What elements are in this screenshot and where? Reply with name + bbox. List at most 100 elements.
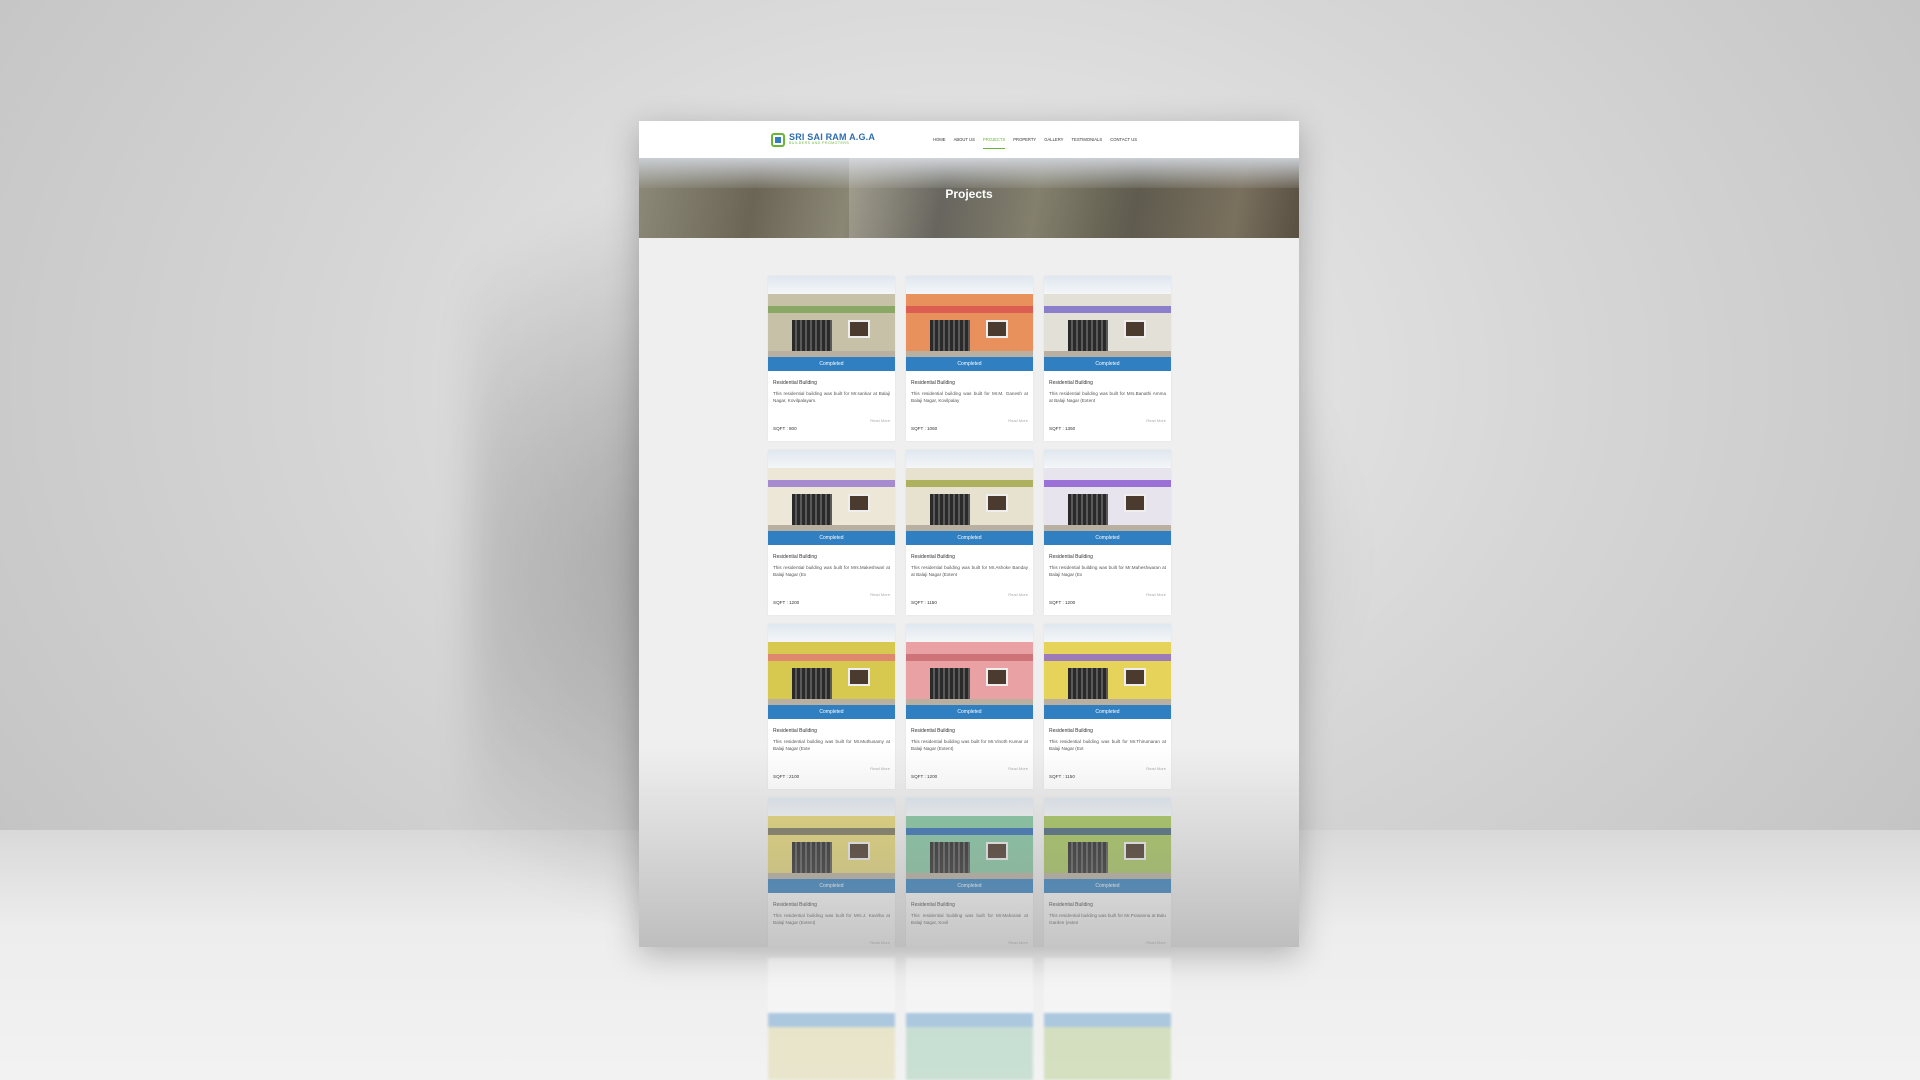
read-more-link[interactable]: Read More [1008, 940, 1028, 945]
project-photo[interactable] [768, 450, 895, 531]
card-sqft: SQFT : 2100 [773, 774, 800, 779]
project-photo[interactable] [906, 624, 1033, 705]
read-more-link[interactable]: Read More [1008, 592, 1028, 597]
project-card[interactable]: Completed Residential Building This resi… [906, 276, 1033, 441]
site-logo[interactable]: SRI SAI RAM A.G.A BUILDERS AND PROMOTERS [771, 132, 875, 147]
project-photo[interactable] [768, 624, 895, 705]
project-card[interactable]: Completed Residential Building This resi… [906, 450, 1033, 615]
status-badge: Completed [768, 531, 895, 545]
read-more-link[interactable]: Read More [1146, 940, 1166, 945]
card-description: This residential building was built for … [911, 565, 1028, 577]
status-badge: Completed [1044, 531, 1171, 545]
read-more-link[interactable]: Read More [1008, 766, 1028, 771]
card-sqft: SQFT : 800 [773, 426, 797, 431]
project-card[interactable]: Completed Residential Building This resi… [906, 624, 1033, 789]
nav-testimonials[interactable]: TESTIMONIALS [1071, 137, 1102, 142]
project-photo[interactable] [1044, 450, 1171, 531]
card-title: Residential Building [1049, 902, 1093, 908]
card-title: Residential Building [911, 728, 955, 734]
status-badge: Completed [768, 357, 895, 371]
card-description: This residential building was built for … [773, 391, 890, 403]
read-more-link[interactable]: Read More [1146, 418, 1166, 423]
read-more-link[interactable]: Read More [1146, 592, 1166, 597]
status-badge: Completed [906, 879, 1033, 893]
nav-about-us[interactable]: ABOUT US [954, 137, 975, 142]
house-window [986, 668, 1008, 686]
card-sqft: SQFT : 1200 [911, 774, 938, 779]
card-sqft: SQFT : 1060 [911, 426, 938, 431]
project-photo[interactable] [906, 450, 1033, 531]
read-more-link[interactable]: Read More [1146, 766, 1166, 771]
project-photo[interactable] [1044, 624, 1171, 705]
card-description: This residential building was built for … [911, 913, 1028, 925]
house-window [986, 494, 1008, 512]
card-description: This residential building was built for … [773, 913, 890, 925]
project-card[interactable]: Completed Residential Building This resi… [768, 276, 895, 441]
card-description: This residential building was built for … [911, 739, 1028, 751]
project-card[interactable]: Completed Residential Building This resi… [1044, 450, 1171, 615]
house-window [848, 842, 870, 860]
card-description: This residential building was built for … [1049, 739, 1166, 751]
card-sqft: SQFT : 1350 [1049, 426, 1076, 431]
project-photo[interactable] [768, 798, 895, 879]
project-card[interactable]: Completed Residential Building This resi… [906, 798, 1033, 947]
project-photo[interactable] [768, 276, 895, 357]
card-description: This residential building was built for … [773, 739, 890, 751]
status-badge: Completed [768, 705, 895, 719]
project-photo[interactable] [906, 276, 1033, 357]
project-card[interactable]: Completed Residential Building This resi… [1044, 798, 1171, 947]
nav-contact-us[interactable]: CONTACT US [1110, 137, 1137, 142]
card-sqft: SQFT : 1150 [1049, 774, 1075, 779]
house-window [1124, 320, 1146, 338]
house-window [986, 842, 1008, 860]
status-badge: Completed [906, 357, 1033, 371]
nav-gallery[interactable]: GALLERY [1044, 137, 1063, 142]
project-card[interactable]: Completed Residential Building This resi… [1044, 276, 1171, 441]
card-description: This residential building was built for … [1049, 391, 1166, 403]
project-card[interactable]: Completed Residential Building This resi… [768, 450, 895, 615]
project-photo[interactable] [1044, 798, 1171, 879]
nav-home[interactable]: HOME [933, 137, 946, 142]
page-title: Projects [945, 187, 993, 201]
card-description: This residential building was built for … [1049, 913, 1166, 925]
status-badge: Completed [1044, 879, 1171, 893]
house-window [848, 494, 870, 512]
status-badge: Completed [1044, 705, 1171, 719]
read-more-link[interactable]: Read More [870, 766, 890, 771]
projects-grid: Completed Residential Building This resi… [768, 276, 1171, 947]
card-title: Residential Building [1049, 380, 1093, 386]
card-sqft: SQFT : 1150 [911, 600, 937, 605]
logo-tagline: BUILDERS AND PROMOTERS [789, 141, 850, 146]
card-description: This residential building was built for … [1049, 565, 1166, 577]
nav-projects[interactable]: PROJECTS [982, 137, 1006, 149]
card-title: Residential Building [911, 554, 955, 560]
card-description: This residential building was built for … [911, 391, 1028, 403]
card-title: Residential Building [1049, 554, 1093, 560]
status-badge: Completed [906, 705, 1033, 719]
card-title: Residential Building [1049, 728, 1093, 734]
read-more-link[interactable]: Read More [870, 418, 890, 423]
read-more-link[interactable]: Read More [870, 592, 890, 597]
house-window [848, 668, 870, 686]
status-badge: Completed [906, 531, 1033, 545]
project-card[interactable]: Completed Residential Building This resi… [768, 798, 895, 947]
house-window [1124, 494, 1146, 512]
card-title: Residential Building [911, 902, 955, 908]
project-photo[interactable] [906, 798, 1033, 879]
card-sqft: SQFT : 1200 [1049, 600, 1076, 605]
read-more-link[interactable]: Read More [870, 940, 890, 945]
nav-property[interactable]: PROPERTY [1013, 137, 1036, 142]
read-more-link[interactable]: Read More [1008, 418, 1028, 423]
main-nav: HOME ABOUT US PROJECTS PROPERTY GALLERY … [933, 137, 1137, 149]
card-title: Residential Building [773, 902, 817, 908]
card-title: Residential Building [773, 728, 817, 734]
project-photo[interactable] [1044, 276, 1171, 357]
project-card[interactable]: Completed Residential Building This resi… [768, 624, 895, 789]
house-window [1124, 842, 1146, 860]
project-card[interactable]: Completed Residential Building This resi… [1044, 624, 1171, 789]
card-description: This residential building was built for … [773, 565, 890, 577]
logo-icon [771, 132, 785, 147]
house-window [986, 320, 1008, 338]
card-title: Residential Building [773, 380, 817, 386]
hero-banner: Projects [639, 158, 1299, 238]
